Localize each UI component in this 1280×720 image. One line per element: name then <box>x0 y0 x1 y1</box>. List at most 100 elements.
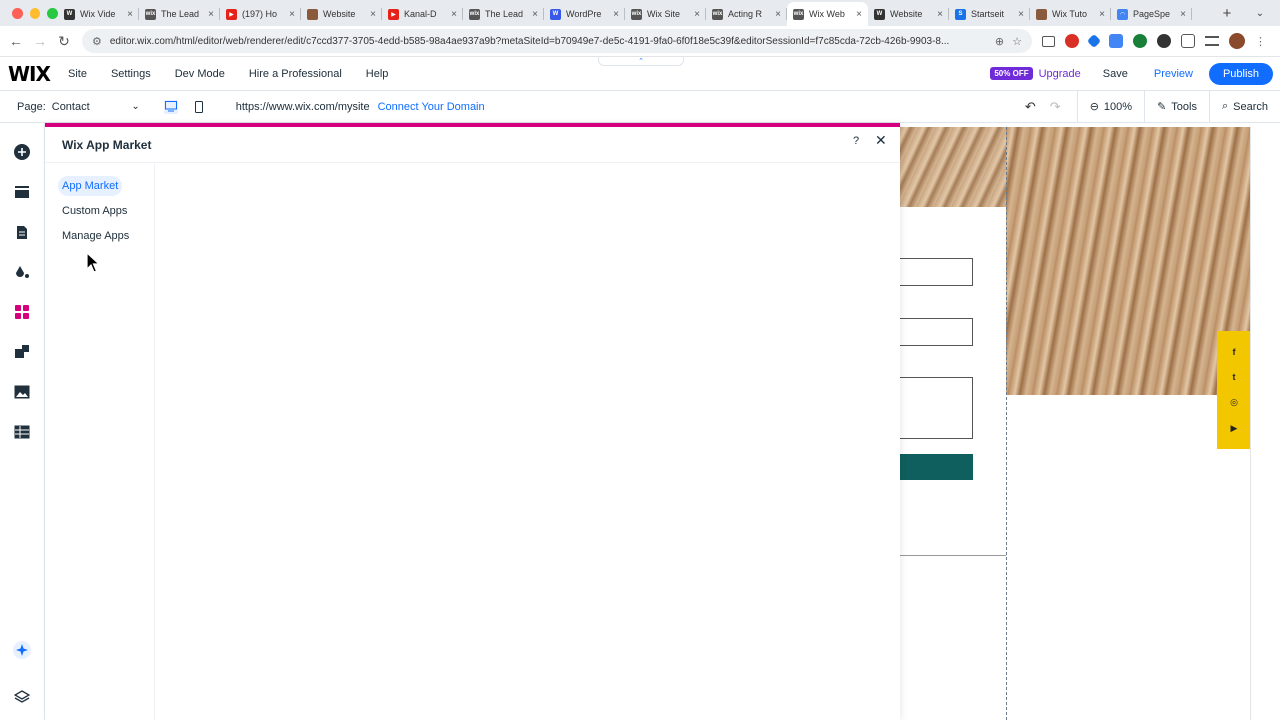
media-icon[interactable] <box>13 383 31 401</box>
tab-close-icon[interactable]: × <box>208 9 214 20</box>
app-market-icon[interactable] <box>13 303 31 321</box>
tab-close-icon[interactable]: × <box>1180 9 1186 20</box>
menu-help[interactable]: Help <box>354 68 401 80</box>
zoom-window-button[interactable] <box>47 7 59 19</box>
url-text[interactable]: editor.wix.com/html/editor/web/renderer/… <box>110 36 987 47</box>
add-section-icon[interactable] <box>13 183 31 201</box>
tab-close-icon[interactable]: × <box>856 9 862 20</box>
menu-hire-professional[interactable]: Hire a Professional <box>237 68 354 80</box>
extensions-puzzle-icon[interactable] <box>1181 34 1195 48</box>
tab-favicon-icon: W <box>550 8 561 20</box>
browser-tab[interactable]: W WordPre × <box>544 2 625 26</box>
cast-icon[interactable] <box>1042 35 1055 47</box>
browser-tab[interactable]: Wix Tuto × <box>1030 2 1111 26</box>
tools-button[interactable]: ✎ Tools <box>1144 90 1209 123</box>
help-icon[interactable]: ? <box>853 135 859 147</box>
menu-settings[interactable]: Settings <box>99 68 163 80</box>
social-bar[interactable]: f t ◎ ▶ <box>1217 331 1251 449</box>
zoom-icon[interactable]: ⊕ <box>995 35 1004 48</box>
forward-icon[interactable]: → <box>28 33 52 49</box>
tab-close-icon[interactable]: × <box>937 9 943 20</box>
bookmark-star-icon[interactable]: ☆ <box>1012 35 1022 48</box>
site-design-icon[interactable] <box>13 263 31 281</box>
editor-canvas[interactable]: f t ◎ ▶ <box>900 123 1280 720</box>
nav-custom-apps[interactable]: Custom Apps <box>58 201 131 221</box>
browser-tab[interactable]: ◠ PageSpe × <box>1111 2 1192 26</box>
tab-close-icon[interactable]: × <box>370 9 376 20</box>
close-icon[interactable]: ✕ <box>875 132 887 149</box>
add-elements-icon[interactable] <box>13 143 31 161</box>
canvas-scrollbar[interactable] <box>1250 127 1280 720</box>
tab-close-icon[interactable]: × <box>289 9 295 20</box>
browser-tab[interactable]: ▶ (197) Ho × <box>220 2 301 26</box>
page-selector[interactable]: Contact ⌄ <box>52 101 140 113</box>
form-field-message[interactable] <box>900 377 973 439</box>
browser-tab[interactable]: ▶ Kanal-D × <box>382 2 463 26</box>
form-submit-button[interactable] <box>900 454 973 480</box>
canvas-image-left[interactable] <box>900 127 1006 207</box>
new-tab-button[interactable]: + <box>1214 5 1240 22</box>
tab-search-icon[interactable]: ⌄ <box>1240 8 1280 19</box>
reading-list-icon[interactable] <box>1205 36 1219 46</box>
upgrade-link[interactable]: Upgrade <box>1039 68 1081 80</box>
facebook-icon[interactable]: f <box>1233 347 1236 357</box>
tab-close-icon[interactable]: × <box>1099 9 1105 20</box>
browser-tab[interactable]: wix The Lead × <box>463 2 544 26</box>
tab-close-icon[interactable]: × <box>127 9 133 20</box>
business-tools-icon[interactable] <box>13 343 31 361</box>
tab-close-icon[interactable]: × <box>532 9 538 20</box>
browser-tab[interactable]: W Wix Vide × <box>58 2 139 26</box>
site-info-icon[interactable]: ⚙ <box>92 35 102 48</box>
browser-tab[interactable]: wix The Lead × <box>139 2 220 26</box>
menu-site[interactable]: Site <box>56 68 99 80</box>
desktop-view-icon[interactable] <box>163 99 178 114</box>
wix-logo[interactable]: WIX <box>0 62 56 86</box>
reload-icon[interactable]: ↻ <box>52 33 76 50</box>
search-button[interactable]: ⌕ Search <box>1208 90 1280 123</box>
form-field-email[interactable] <box>900 318 973 346</box>
twitter-icon[interactable]: t <box>1233 372 1236 382</box>
tab-close-icon[interactable]: × <box>694 9 700 20</box>
browser-tab[interactable]: wix Wix Site × <box>625 2 706 26</box>
profile-avatar[interactable] <box>1229 33 1245 49</box>
mobile-view-icon[interactable] <box>192 100 206 114</box>
nav-manage-apps[interactable]: Manage Apps <box>58 226 133 246</box>
extension-dark-icon[interactable] <box>1157 34 1171 48</box>
back-icon[interactable]: ← <box>4 33 28 49</box>
youtube-icon[interactable]: ▶ <box>1231 423 1238 434</box>
browser-tab[interactable]: W Website × <box>868 2 949 26</box>
close-window-button[interactable] <box>12 7 23 19</box>
publish-button[interactable]: Publish <box>1209 62 1273 85</box>
extension-green-icon[interactable] <box>1133 34 1147 48</box>
collapse-toolbar-toggle[interactable]: ⌃ <box>598 57 684 66</box>
ai-assistant-icon[interactable] <box>13 641 31 659</box>
connect-domain-link[interactable]: Connect Your Domain <box>378 101 485 113</box>
layers-icon[interactable] <box>13 688 31 706</box>
extension-translate-icon[interactable] <box>1109 34 1123 48</box>
canvas-image-right[interactable] <box>1006 127 1250 395</box>
cms-table-icon[interactable] <box>13 423 31 441</box>
tab-close-icon[interactable]: × <box>775 9 781 20</box>
minimize-window-button[interactable] <box>29 7 41 19</box>
save-button[interactable]: Save <box>1103 68 1128 80</box>
preview-button[interactable]: Preview <box>1154 68 1193 80</box>
tab-close-icon[interactable]: × <box>451 9 457 20</box>
menu-dev-mode[interactable]: Dev Mode <box>163 68 237 80</box>
browser-tab[interactable]: wix Wix Web × <box>787 2 868 26</box>
browser-tab[interactable]: S Startseit × <box>949 2 1030 26</box>
undo-icon[interactable]: ↶ <box>1025 99 1036 115</box>
instagram-icon[interactable]: ◎ <box>1230 397 1238 408</box>
browser-tab[interactable]: Website × <box>301 2 382 26</box>
pages-menu-icon[interactable] <box>13 223 31 241</box>
tab-close-icon[interactable]: × <box>1018 9 1024 20</box>
tab-close-icon[interactable]: × <box>613 9 619 20</box>
browser-tab[interactable]: wix Acting R × <box>706 2 787 26</box>
form-field-name[interactable] <box>900 258 973 286</box>
zoom-control[interactable]: ⊖ 100% <box>1076 90 1144 123</box>
address-bar[interactable]: ⚙ editor.wix.com/html/editor/web/rendere… <box>82 29 1032 53</box>
redo-icon[interactable]: ↷ <box>1050 99 1061 115</box>
extension-red-icon[interactable] <box>1065 34 1079 48</box>
nav-app-market[interactable]: App Market <box>58 176 123 196</box>
browser-menu-icon[interactable]: ⋮ <box>1255 35 1266 48</box>
extension-blue-icon[interactable] <box>1086 33 1102 49</box>
